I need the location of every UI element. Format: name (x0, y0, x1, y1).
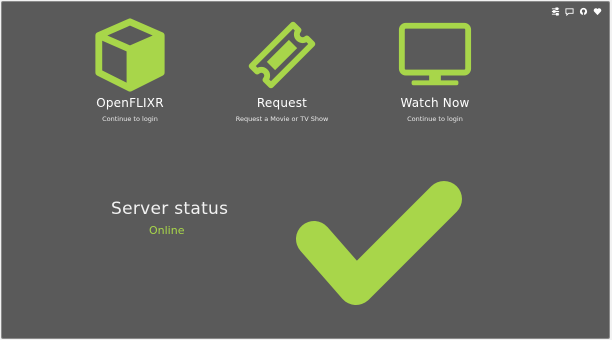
app-frame: OpenFLIXR Continue to login Request Requ… (1, 1, 610, 339)
server-status-value: Online (149, 224, 185, 237)
server-status-label: Server status (111, 199, 229, 219)
tile-watch-now[interactable]: Watch Now Continue to login (360, 16, 510, 123)
ticket-icon (248, 21, 316, 89)
checkmark-icon (296, 181, 462, 305)
chat-icon[interactable] (565, 7, 574, 16)
tile-openflixr[interactable]: OpenFLIXR Continue to login (55, 16, 205, 123)
tile-title: Request (256, 96, 308, 110)
tv-icon (398, 22, 472, 86)
tile-subtitle: Continue to login (407, 115, 463, 123)
top-right-toolbar (551, 7, 602, 16)
tile-title: OpenFLIXR (96, 96, 164, 110)
heart-icon[interactable] (593, 7, 602, 16)
tile-request[interactable]: Request Request a Movie or TV Show (207, 16, 357, 123)
github-icon[interactable] (579, 7, 588, 16)
tile-subtitle: Continue to login (102, 115, 158, 123)
cube-icon (95, 18, 165, 92)
tile-title: Watch Now (400, 96, 470, 110)
tile-subtitle: Request a Movie or TV Show (235, 115, 329, 123)
sliders-icon[interactable] (551, 7, 560, 16)
